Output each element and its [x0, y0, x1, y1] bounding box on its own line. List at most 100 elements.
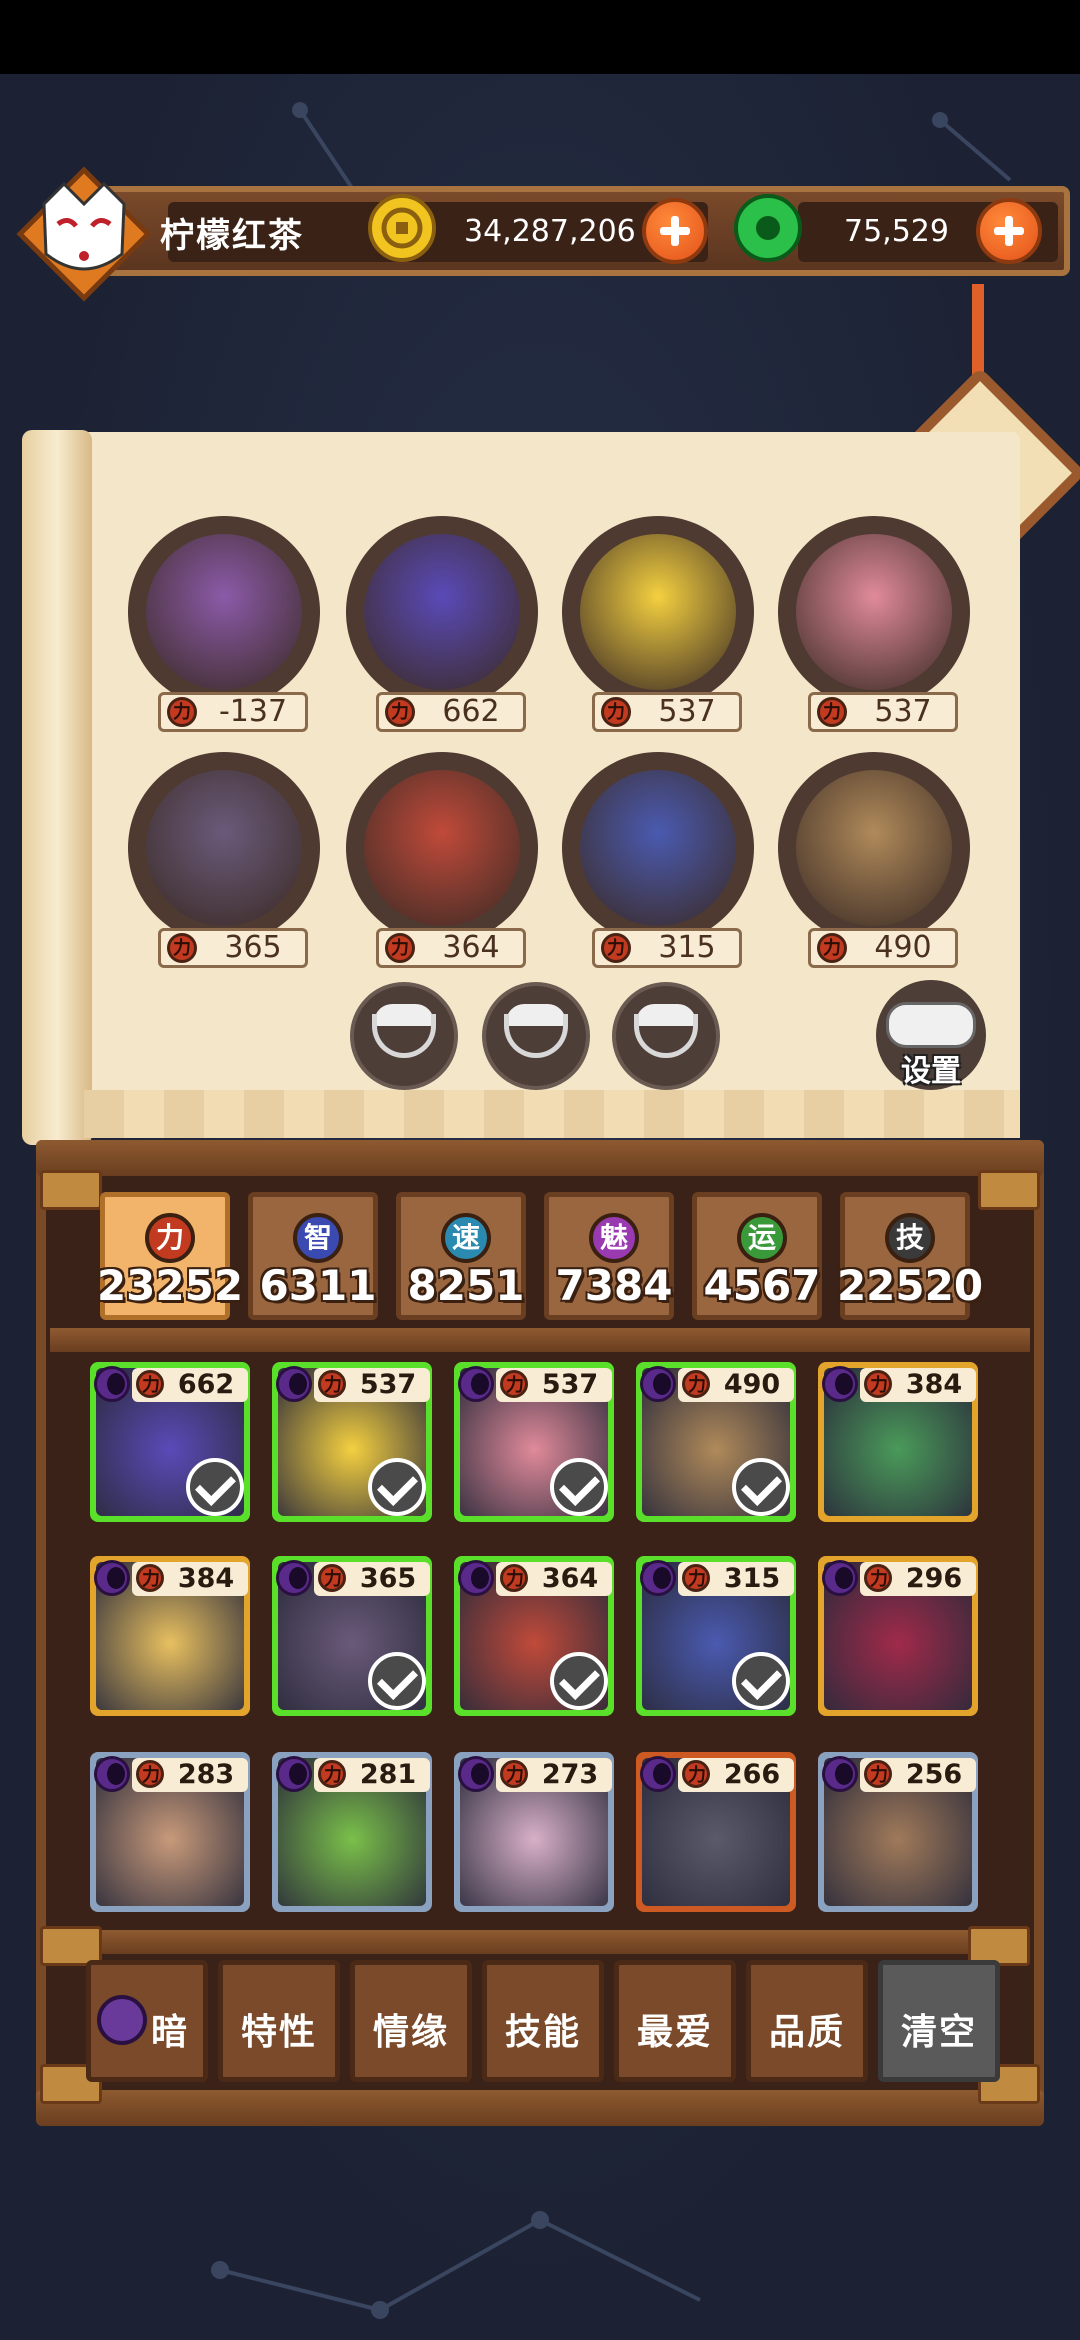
power-value: 490	[874, 930, 932, 965]
gold-value: 34,287,206	[464, 214, 636, 249]
dark-element-icon	[822, 1756, 858, 1792]
stat-tab[interactable]: 魅 7384	[544, 1192, 674, 1320]
dark-element-icon	[458, 1366, 494, 1402]
hero-card[interactable]: 281	[272, 1752, 432, 1912]
hero-card[interactable]: 490	[636, 1362, 796, 1522]
settings-label: 设置	[901, 1054, 961, 1089]
hero-card[interactable]: 315	[636, 1556, 796, 1716]
filter-button[interactable]: 技能	[482, 1960, 604, 2082]
power-icon	[167, 697, 197, 727]
team-slot[interactable]: -137	[126, 516, 322, 746]
clear-filter-button[interactable]: 清空	[878, 1960, 1000, 2082]
hero-card[interactable]: 537	[454, 1362, 614, 1522]
corner-bracket	[978, 1170, 1040, 1210]
power-icon	[682, 1370, 710, 1398]
dark-element-icon	[640, 1756, 676, 1792]
cabinet-bottom-beam	[36, 2090, 1044, 2126]
dark-element-icon	[276, 1560, 312, 1596]
power-badge: 537	[592, 692, 742, 732]
player-avatar[interactable]	[14, 164, 154, 304]
team-slot[interactable]: 537	[560, 516, 756, 746]
dark-element-icon	[822, 1366, 858, 1402]
power-icon	[500, 1370, 528, 1398]
power-value: 296	[905, 1563, 963, 1594]
power-value: 266	[723, 1759, 781, 1790]
stat-icon: 速	[441, 1213, 491, 1263]
power-icon	[817, 697, 847, 727]
power-badge: 537	[808, 692, 958, 732]
add-jade-button[interactable]	[976, 198, 1042, 264]
stat-tab[interactable]: 技 22520	[837, 1192, 983, 1320]
power-value: 364	[442, 930, 500, 965]
hero-card[interactable]: 662	[90, 1362, 250, 1522]
hero-card[interactable]: 364	[454, 1556, 614, 1716]
stat-value: 4567	[703, 1261, 821, 1310]
power-value: 662	[177, 1369, 235, 1400]
power-icon	[385, 697, 415, 727]
hero-card[interactable]: 266	[636, 1752, 796, 1912]
team-slot[interactable]: 365	[126, 752, 322, 982]
power-icon	[136, 1760, 164, 1788]
stat-value: 8251	[407, 1261, 525, 1310]
filter-label: 清空	[900, 2012, 977, 2053]
filter-button[interactable]: 最爱	[614, 1960, 736, 2082]
hero-card[interactable]: 273	[454, 1752, 614, 1912]
stat-tab[interactable]: 运 4567	[692, 1192, 822, 1320]
settings-button[interactable]: 设置	[876, 980, 986, 1090]
power-badge: 364	[496, 1562, 612, 1596]
food-slot[interactable]	[612, 982, 720, 1090]
filter-button[interactable]: 情缘	[350, 1960, 472, 2082]
team-slot[interactable]: 662	[344, 516, 540, 746]
power-value: 281	[359, 1759, 417, 1790]
hero-card[interactable]: 537	[272, 1362, 432, 1522]
team-slot[interactable]: 537	[776, 516, 972, 746]
team-slot[interactable]: 364	[344, 752, 540, 982]
dark-element-icon	[640, 1560, 676, 1596]
stat-icon: 运	[737, 1213, 787, 1263]
hero-card[interactable]: 296	[818, 1556, 978, 1716]
hero-card[interactable]: 283	[90, 1752, 250, 1912]
team-slot[interactable]: 315	[560, 752, 756, 982]
stat-tab[interactable]: 力 23252	[97, 1192, 243, 1320]
dark-element-icon	[94, 1756, 130, 1792]
jade-value: 75,529	[844, 214, 949, 249]
power-value: 537	[541, 1369, 599, 1400]
filter-button[interactable]: 品质	[746, 1960, 868, 2082]
food-slot[interactable]	[350, 982, 458, 1090]
selected-check-icon	[368, 1652, 426, 1710]
filter-label: 品质	[768, 2012, 845, 2053]
stat-tab[interactable]: 速 8251	[396, 1192, 526, 1320]
power-icon	[601, 933, 631, 963]
stat-tab[interactable]: 智 6311	[248, 1192, 378, 1320]
gamepad-icon	[886, 1002, 976, 1048]
hero-portrait	[796, 534, 952, 690]
hero-portrait	[364, 770, 520, 926]
dark-element-icon	[276, 1366, 312, 1402]
hero-card[interactable]: 256	[818, 1752, 978, 1912]
hero-portrait	[796, 770, 952, 926]
selected-check-icon	[732, 1652, 790, 1710]
gold-coin-icon	[368, 194, 436, 262]
power-value: 315	[723, 1563, 781, 1594]
power-badge: 662	[132, 1368, 248, 1402]
hero-card[interactable]: 384	[818, 1362, 978, 1522]
add-gold-button[interactable]	[642, 198, 708, 264]
power-badge: 364	[376, 928, 526, 968]
power-icon	[167, 933, 197, 963]
power-icon	[136, 1564, 164, 1592]
filter-label: 暗	[150, 2012, 189, 2053]
power-badge: 315	[592, 928, 742, 968]
power-badge: 537	[314, 1368, 430, 1402]
team-slot[interactable]: 490	[776, 752, 972, 982]
dark-element-icon	[822, 1560, 858, 1596]
power-badge: 490	[678, 1368, 794, 1402]
stat-value: 23252	[96, 1261, 244, 1310]
hero-card[interactable]: 384	[90, 1556, 250, 1716]
filter-button[interactable]: 特性	[218, 1960, 340, 2082]
food-slot[interactable]	[482, 982, 590, 1090]
hero-card[interactable]: 365	[272, 1556, 432, 1716]
cabinet-low-beam	[50, 1930, 1030, 1954]
filter-button[interactable]: 暗	[86, 1960, 208, 2082]
power-badge: 662	[376, 692, 526, 732]
power-icon	[385, 933, 415, 963]
